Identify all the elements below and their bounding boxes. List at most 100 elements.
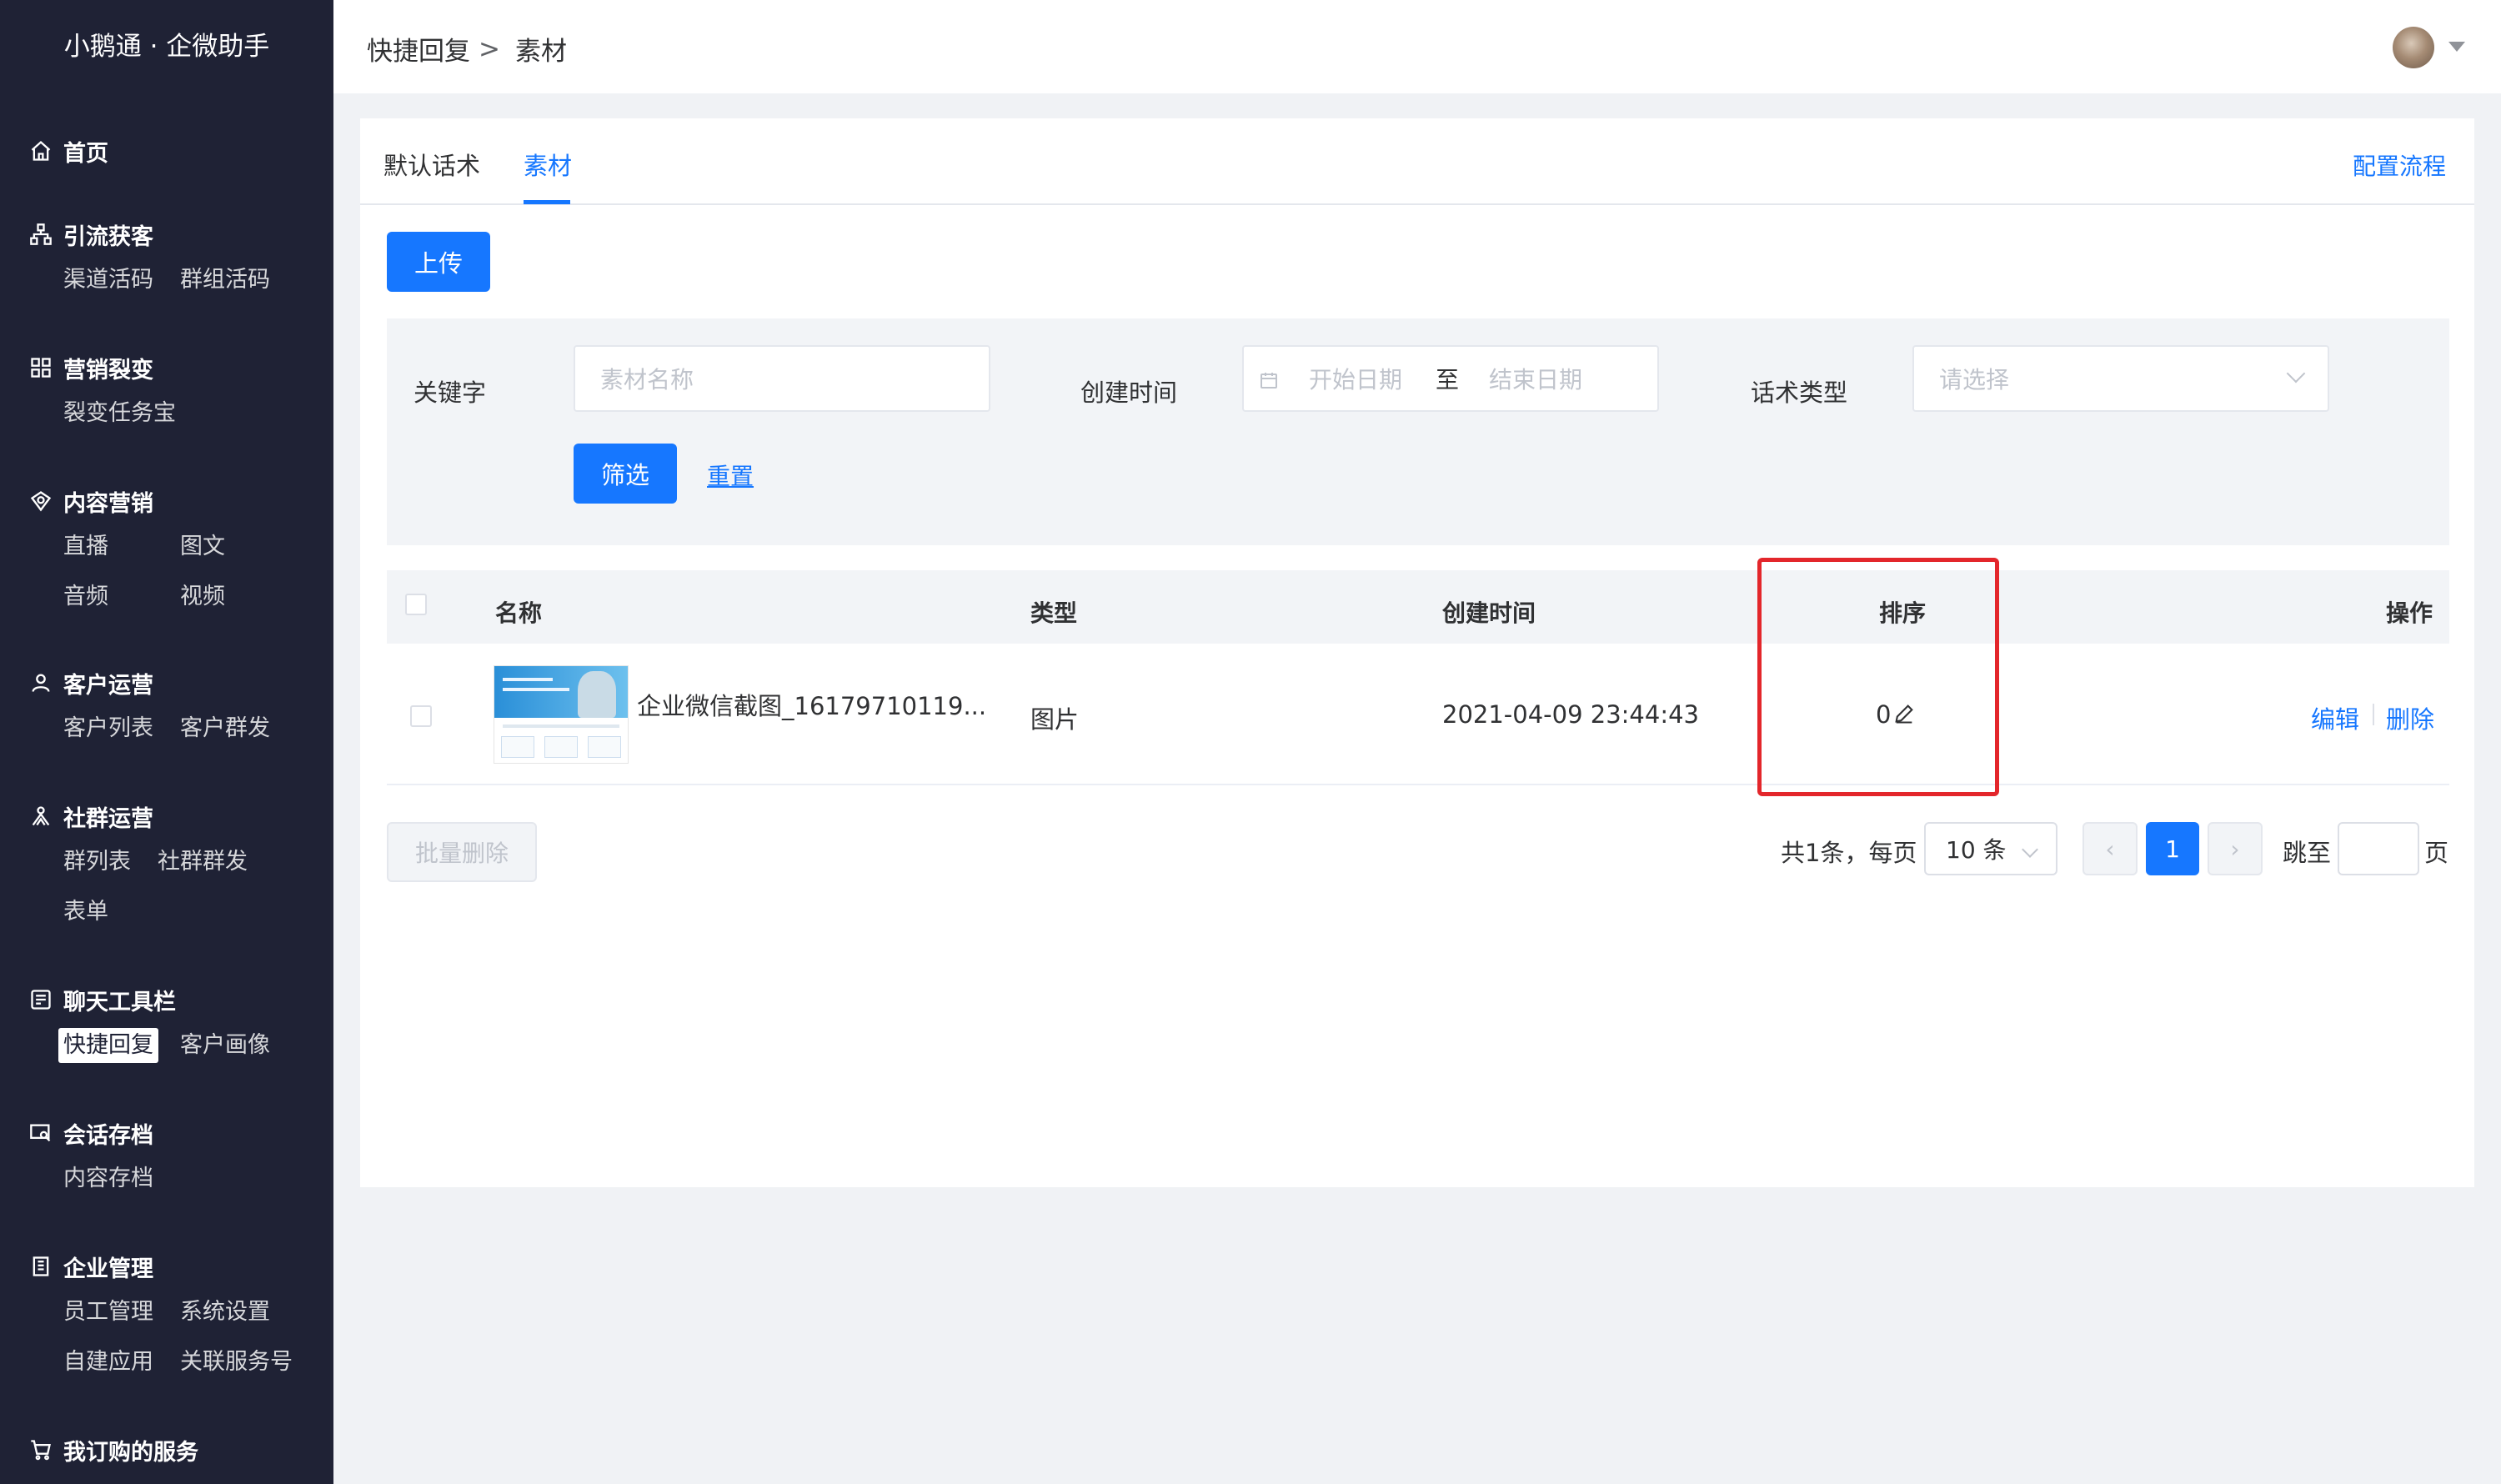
config-flow-link[interactable]: 配置流程 (2353, 148, 2446, 182)
sidebar-item-fission[interactable]: 营销裂变 (0, 347, 333, 389)
sidebar-group-community: 社群运营 群列表 社群群发 表单 (0, 795, 333, 937)
keyword-input[interactable]: 素材名称 (574, 345, 990, 412)
breadcrumb-parent[interactable]: 快捷回复 (367, 30, 470, 68)
chevron-down-icon (2022, 841, 2038, 858)
column-type: 类型 (1030, 599, 1078, 627)
sidebar-item-subscriptions[interactable]: 我订购的服务 (0, 1429, 333, 1471)
sidebar-item-channel-code[interactable]: 渠道活码 (58, 263, 158, 298)
page-size-select[interactable]: 10 条 (1924, 822, 2057, 875)
building-icon (28, 1254, 53, 1279)
tab-materials[interactable]: 素材 (524, 147, 572, 182)
page-number-current[interactable]: 1 (2146, 822, 2199, 875)
sidebar-item-customer-list[interactable]: 客户列表 (58, 711, 158, 746)
material-created-time: 2021-04-09 23:44:43 (1442, 700, 1699, 729)
sidebar-item-fission-task[interactable]: 裂变任务宝 (58, 396, 181, 431)
prev-page-button[interactable]: ‹ (2082, 822, 2138, 875)
jump-label: 跳至 (2283, 839, 2332, 867)
sidebar-group-label: 我订购的服务 (63, 1439, 198, 1466)
filter-panel: 关键字 素材名称 创建时间 开始日期 至 结束日期 话术类型 请选择 筛选 重置 (387, 318, 2449, 545)
material-thumbnail[interactable] (494, 665, 629, 764)
sidebar-group-chat-tools: 聊天工具栏 快捷回复 客户画像 (0, 979, 333, 1070)
sidebar-group-label: 聊天工具栏 (63, 989, 176, 1015)
sidebar-item-form[interactable]: 表单 (58, 895, 113, 930)
sidebar-item-home[interactable]: 首页 (0, 130, 333, 172)
sidebar-item-linked-account[interactable]: 关联服务号 (175, 1345, 298, 1380)
sidebar-group-label: 引流获客 (63, 223, 153, 250)
date-range-separator: 至 (1436, 366, 1460, 394)
sidebar-item-article[interactable]: 图文 (175, 529, 230, 564)
material-type: 图片 (1030, 705, 1080, 734)
row-checkbox[interactable] (410, 705, 432, 727)
tab-bar: 默认话术 素材 配置流程 (360, 118, 2474, 205)
next-page-button[interactable]: › (2208, 822, 2263, 875)
sidebar-item-community[interactable]: 社群运营 (0, 795, 333, 837)
reset-link[interactable]: 重置 (707, 459, 754, 492)
action-divider (2373, 704, 2374, 725)
filter-button[interactable]: 筛选 (574, 444, 677, 504)
total-count-text: 共1条，每页 (1781, 839, 1917, 867)
app-title: 小鹅通 · 企微助手 (63, 32, 270, 62)
chevron-down-icon (2286, 363, 2306, 384)
breadcrumb-separator: > (479, 33, 500, 64)
sidebar-item-video[interactable]: 视频 (175, 579, 230, 614)
sidebar-item-staff[interactable]: 员工管理 (58, 1295, 158, 1330)
batch-delete-button[interactable]: 批量删除 (387, 822, 537, 882)
user-icon (28, 670, 53, 695)
edit-link[interactable]: 编辑 (2311, 700, 2359, 735)
archive-search-icon (28, 1121, 53, 1146)
top-header: 快捷回复 > 素材 (333, 0, 2501, 93)
breadcrumb-current: 素材 (514, 37, 567, 67)
network-icon (28, 355, 53, 380)
sidebar: 小鹅通 · 企微助手 首页 引流获客 渠道活码 群组活码 营销裂变 裂变任务宝 … (0, 0, 333, 1484)
column-created: 创建时间 (1442, 599, 1536, 627)
sidebar-item-customer[interactable]: 客户运营 (0, 662, 333, 704)
end-date-placeholder: 结束日期 (1489, 366, 1583, 394)
sidebar-item-enterprise[interactable]: 企业管理 (0, 1246, 333, 1287)
group-icon (28, 804, 53, 829)
sidebar-item-group-code[interactable]: 群组活码 (175, 263, 275, 298)
keyword-label: 关键字 (413, 379, 487, 407)
jump-page-input[interactable] (2338, 822, 2419, 875)
sidebar-item-custom-app[interactable]: 自建应用 (58, 1345, 158, 1380)
upload-button[interactable]: 上传 (387, 232, 490, 292)
sidebar-item-group-list[interactable]: 群列表 (58, 845, 136, 880)
avatar[interactable] (2393, 27, 2434, 68)
tab-active-indicator (524, 200, 570, 204)
sidebar-item-content[interactable]: 内容营销 (0, 480, 333, 522)
sidebar-group-label: 营销裂变 (63, 357, 153, 384)
date-range-picker[interactable]: 开始日期 至 结束日期 (1242, 345, 1659, 412)
created-time-label: 创建时间 (1080, 379, 1178, 407)
chat-tool-icon (28, 987, 53, 1012)
sidebar-item-acquisition[interactable]: 引流获客 (0, 213, 333, 255)
sidebar-group-customer: 客户运营 客户列表 客户群发 (0, 662, 333, 754)
sidebar-item-settings[interactable]: 系统设置 (175, 1295, 275, 1330)
script-type-placeholder: 请选择 (1939, 366, 2010, 394)
content-card: 默认话术 素材 配置流程 上传 关键字 素材名称 创建时间 开始日期 至 结束日… (360, 118, 2474, 1187)
sidebar-item-live[interactable]: 直播 (58, 529, 158, 564)
script-type-select[interactable]: 请选择 (1912, 345, 2329, 412)
sidebar-item-customer-profile[interactable]: 客户画像 (175, 1028, 275, 1063)
sidebar-item-archive[interactable]: 会话存档 (0, 1112, 333, 1154)
sidebar-item-content-archive[interactable]: 内容存档 (58, 1161, 158, 1196)
script-type-label: 话术类型 (1751, 379, 1848, 407)
select-all-checkbox[interactable] (405, 594, 427, 615)
sidebar-item-quick-reply[interactable]: 快捷回复 (58, 1028, 158, 1063)
sidebar-group-label: 首页 (63, 140, 108, 167)
sidebar-group-content: 内容营销 直播 图文 音频 视频 (0, 480, 333, 622)
sidebar-item-group-broadcast[interactable]: 社群群发 (153, 845, 253, 880)
sidebar-group-fission: 营销裂变 裂变任务宝 (0, 347, 333, 439)
sidebar-item-audio[interactable]: 音频 (58, 579, 158, 614)
tab-default-scripts[interactable]: 默认话术 (383, 147, 480, 182)
delete-link[interactable]: 删除 (2386, 700, 2434, 735)
home-icon (28, 138, 53, 163)
sidebar-group-label: 企业管理 (63, 1256, 153, 1282)
chevron-left-icon: ‹ (2105, 835, 2115, 863)
table-header: 名称 类型 创建时间 排序 操作 (387, 570, 2449, 644)
sidebar-group-label: 社群运营 (63, 805, 153, 832)
material-name: 企业微信截图_16179710119... (637, 692, 987, 720)
chevron-down-icon[interactable] (2448, 42, 2465, 52)
target-icon (28, 489, 53, 514)
sidebar-item-chat-tools[interactable]: 聊天工具栏 (0, 979, 333, 1020)
column-name: 名称 (495, 599, 543, 627)
sidebar-item-customer-broadcast[interactable]: 客户群发 (175, 711, 275, 746)
